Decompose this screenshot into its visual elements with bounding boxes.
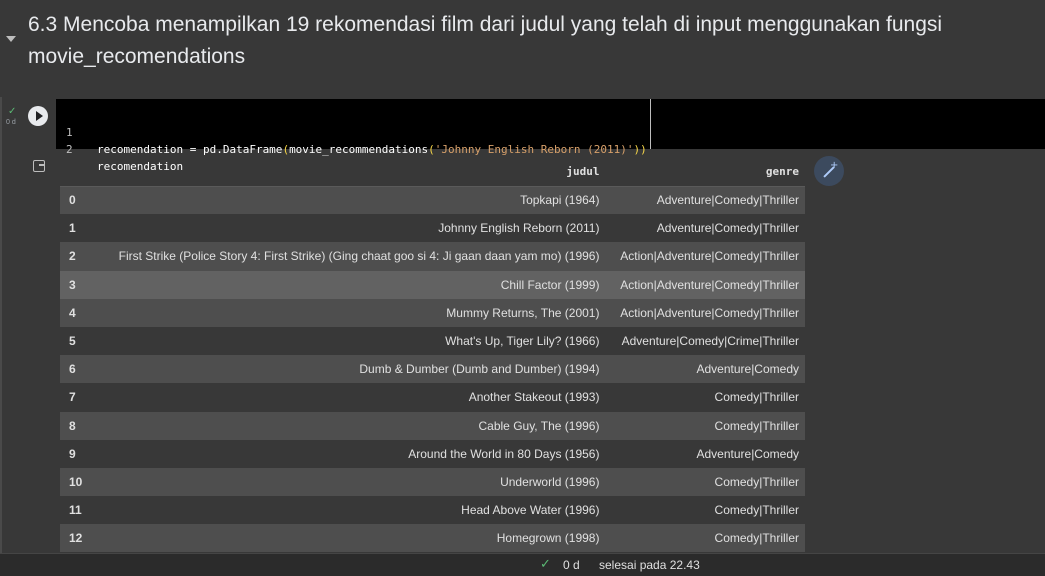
cell-genre: Comedy|Thriller (714, 503, 799, 518)
column-header-judul: judul (566, 164, 600, 178)
table-row: 7 Another Stakeout (1993) Comedy|Thriller (60, 383, 805, 412)
cell-genre: Comedy|Thriller (714, 418, 799, 433)
markdown-cell[interactable]: 6.3 Mencoba menampilkan 19 rekomendasi f… (0, 0, 1045, 97)
table-row: 3 Chill Factor (1999) Action|Adventure|Com… (60, 270, 805, 299)
cell-judul: Around the World in 80 Days (1956) (408, 446, 600, 461)
cell-rail: ✓ 0 d (0, 97, 22, 553)
row-index: 4 (69, 305, 76, 320)
code-cell[interactable]: ✓ 0 d 1 recomendation = pd.DataFrame (mov… (0, 97, 1045, 553)
cell-genre: Action|Adventure|Comedy|Thriller (620, 277, 799, 292)
table-row: 10 Underworld (1996) Comedy|Thriller (60, 467, 805, 497)
table-row: 1 Johnny English Reborn (2011) Adventure|C… (60, 214, 805, 243)
cell-genre: Action|Adventure|Comedy|Thriller (620, 249, 799, 264)
cell-genre: Adventure|Comedy (696, 446, 799, 461)
row-index: 2 (69, 249, 76, 264)
cell-judul: Topkapi (1964) (520, 193, 600, 208)
cell-genre: Action|Adventure|Comedy|Thriller (620, 305, 799, 320)
check-icon: ✓ (8, 106, 17, 117)
status-duration: 0 d (563, 558, 580, 572)
execution-count: 0 d (6, 119, 16, 126)
cell-judul: Johnny English Reborn (2011) (438, 221, 600, 236)
text-cursor (650, 99, 651, 149)
row-index: 7 (69, 390, 76, 405)
row-index: 9 (69, 446, 76, 461)
magic-wand-icon[interactable] (814, 156, 844, 186)
row-index: 6 (69, 362, 76, 377)
table-row: 4 Mummy Returns, The (2001) Action|Adventu… (60, 298, 805, 327)
cell-judul: Chill Factor (1999) (500, 277, 600, 292)
cell-genre: Comedy|Thriller (714, 390, 799, 405)
row-index: 11 (69, 503, 82, 518)
check-icon: ✓ (540, 557, 551, 572)
table-row: 2 First Strike (Police Story 4: First Str… (60, 242, 805, 271)
cell-judul: Cable Guy, The (1996) (478, 418, 600, 433)
cell-judul: Underworld (1996) (500, 474, 600, 489)
dataframe-output: judul genre 0 Topkapi (1964) Adventure|Com… (60, 157, 805, 553)
code-token: )) (633, 143, 647, 156)
output-icon[interactable] (33, 160, 45, 172)
cell-genre: Adventure|Comedy|Crime|Thriller (621, 334, 799, 349)
row-index: 8 (69, 418, 76, 433)
table-row: 0 Topkapi (1964) Adventure|Comedy|Thriller (60, 186, 805, 215)
table-row: 11 Head Above Water (1996) Comedy|Thriller (60, 496, 805, 525)
dataframe-table: judul genre 0 Topkapi (1964) Adventure|Com… (60, 157, 805, 553)
table-row: 9 Around the World in 80 Days (1956) Adven… (60, 439, 805, 468)
table-header-row: judul genre (60, 157, 805, 186)
code-token: recomendation = pd.DataFrame (97, 143, 283, 156)
code-line: 2 recomendation (56, 124, 183, 173)
code-token: movie_recommendations (289, 143, 429, 156)
code-editor[interactable]: 1 recomendation = pd.DataFrame(movie_rec… (56, 99, 1045, 173)
code-token: ( (428, 143, 435, 156)
table-row: 8 Cable Guy, The (1996) Comedy|Thriller (60, 411, 805, 440)
cell-judul: Dumb & Dumber (Dumb and Dumber) (1994) (359, 362, 600, 377)
line-code: recomendation = pd.DataFrame (movie_recom… (97, 141, 647, 158)
code-line: 1 recomendation = pd.DataFrame(movie_rec… (56, 107, 647, 156)
cell-genre: Comedy|Thriller (714, 474, 799, 489)
status-bar: ✓ 0 d selesai pada 22.43 (0, 553, 1045, 576)
row-index: 12 (69, 531, 83, 546)
cell-judul: Homegrown (1998) (496, 531, 600, 546)
code-token: 'Johnny English Reborn (2011)' (434, 143, 634, 156)
table-row: 12 Homegrown (1998) Comedy|Thriller (60, 524, 805, 553)
row-index: 5 (69, 334, 76, 349)
cell-genre: Adventure|Comedy|Thriller (656, 193, 799, 208)
cell-genre: Adventure|Comedy|Thriller (656, 221, 799, 236)
section-heading: 6.3 Mencoba menampilkan 19 rekomendasi f… (28, 13, 943, 68)
row-index: 10 (69, 474, 83, 489)
row-index: 3 (69, 277, 76, 292)
table-row: 5 What's Up, Tiger Lily? (1966) Adventure|… (60, 326, 805, 356)
cell-judul: Another Stakeout (1993) (468, 390, 600, 405)
column-header-index (60, 157, 90, 186)
cell-judul: Mummy Returns, The (2001) (446, 305, 600, 320)
status-text: selesai pada 22.43 (599, 558, 700, 572)
cell-genre: Adventure|Comedy (696, 362, 799, 377)
play-icon[interactable] (28, 106, 48, 126)
row-index: 1 (69, 221, 76, 236)
chevron-down-icon[interactable] (6, 36, 16, 42)
cell-judul: Head Above Water (1996) (461, 503, 600, 518)
cell-judul: First Strike (Police Story 4: First Stri… (118, 249, 600, 264)
row-index: 0 (69, 193, 76, 208)
table-row: 6 Dumb & Dumber (Dumb and Dumber) (1994) A… (60, 355, 805, 384)
column-header-genre: genre (765, 164, 799, 178)
cell-judul: What's Up, Tiger Lily? (1966) (445, 334, 600, 349)
line-number: 2 (66, 143, 73, 156)
cell-genre: Comedy|Thriller (714, 531, 799, 546)
